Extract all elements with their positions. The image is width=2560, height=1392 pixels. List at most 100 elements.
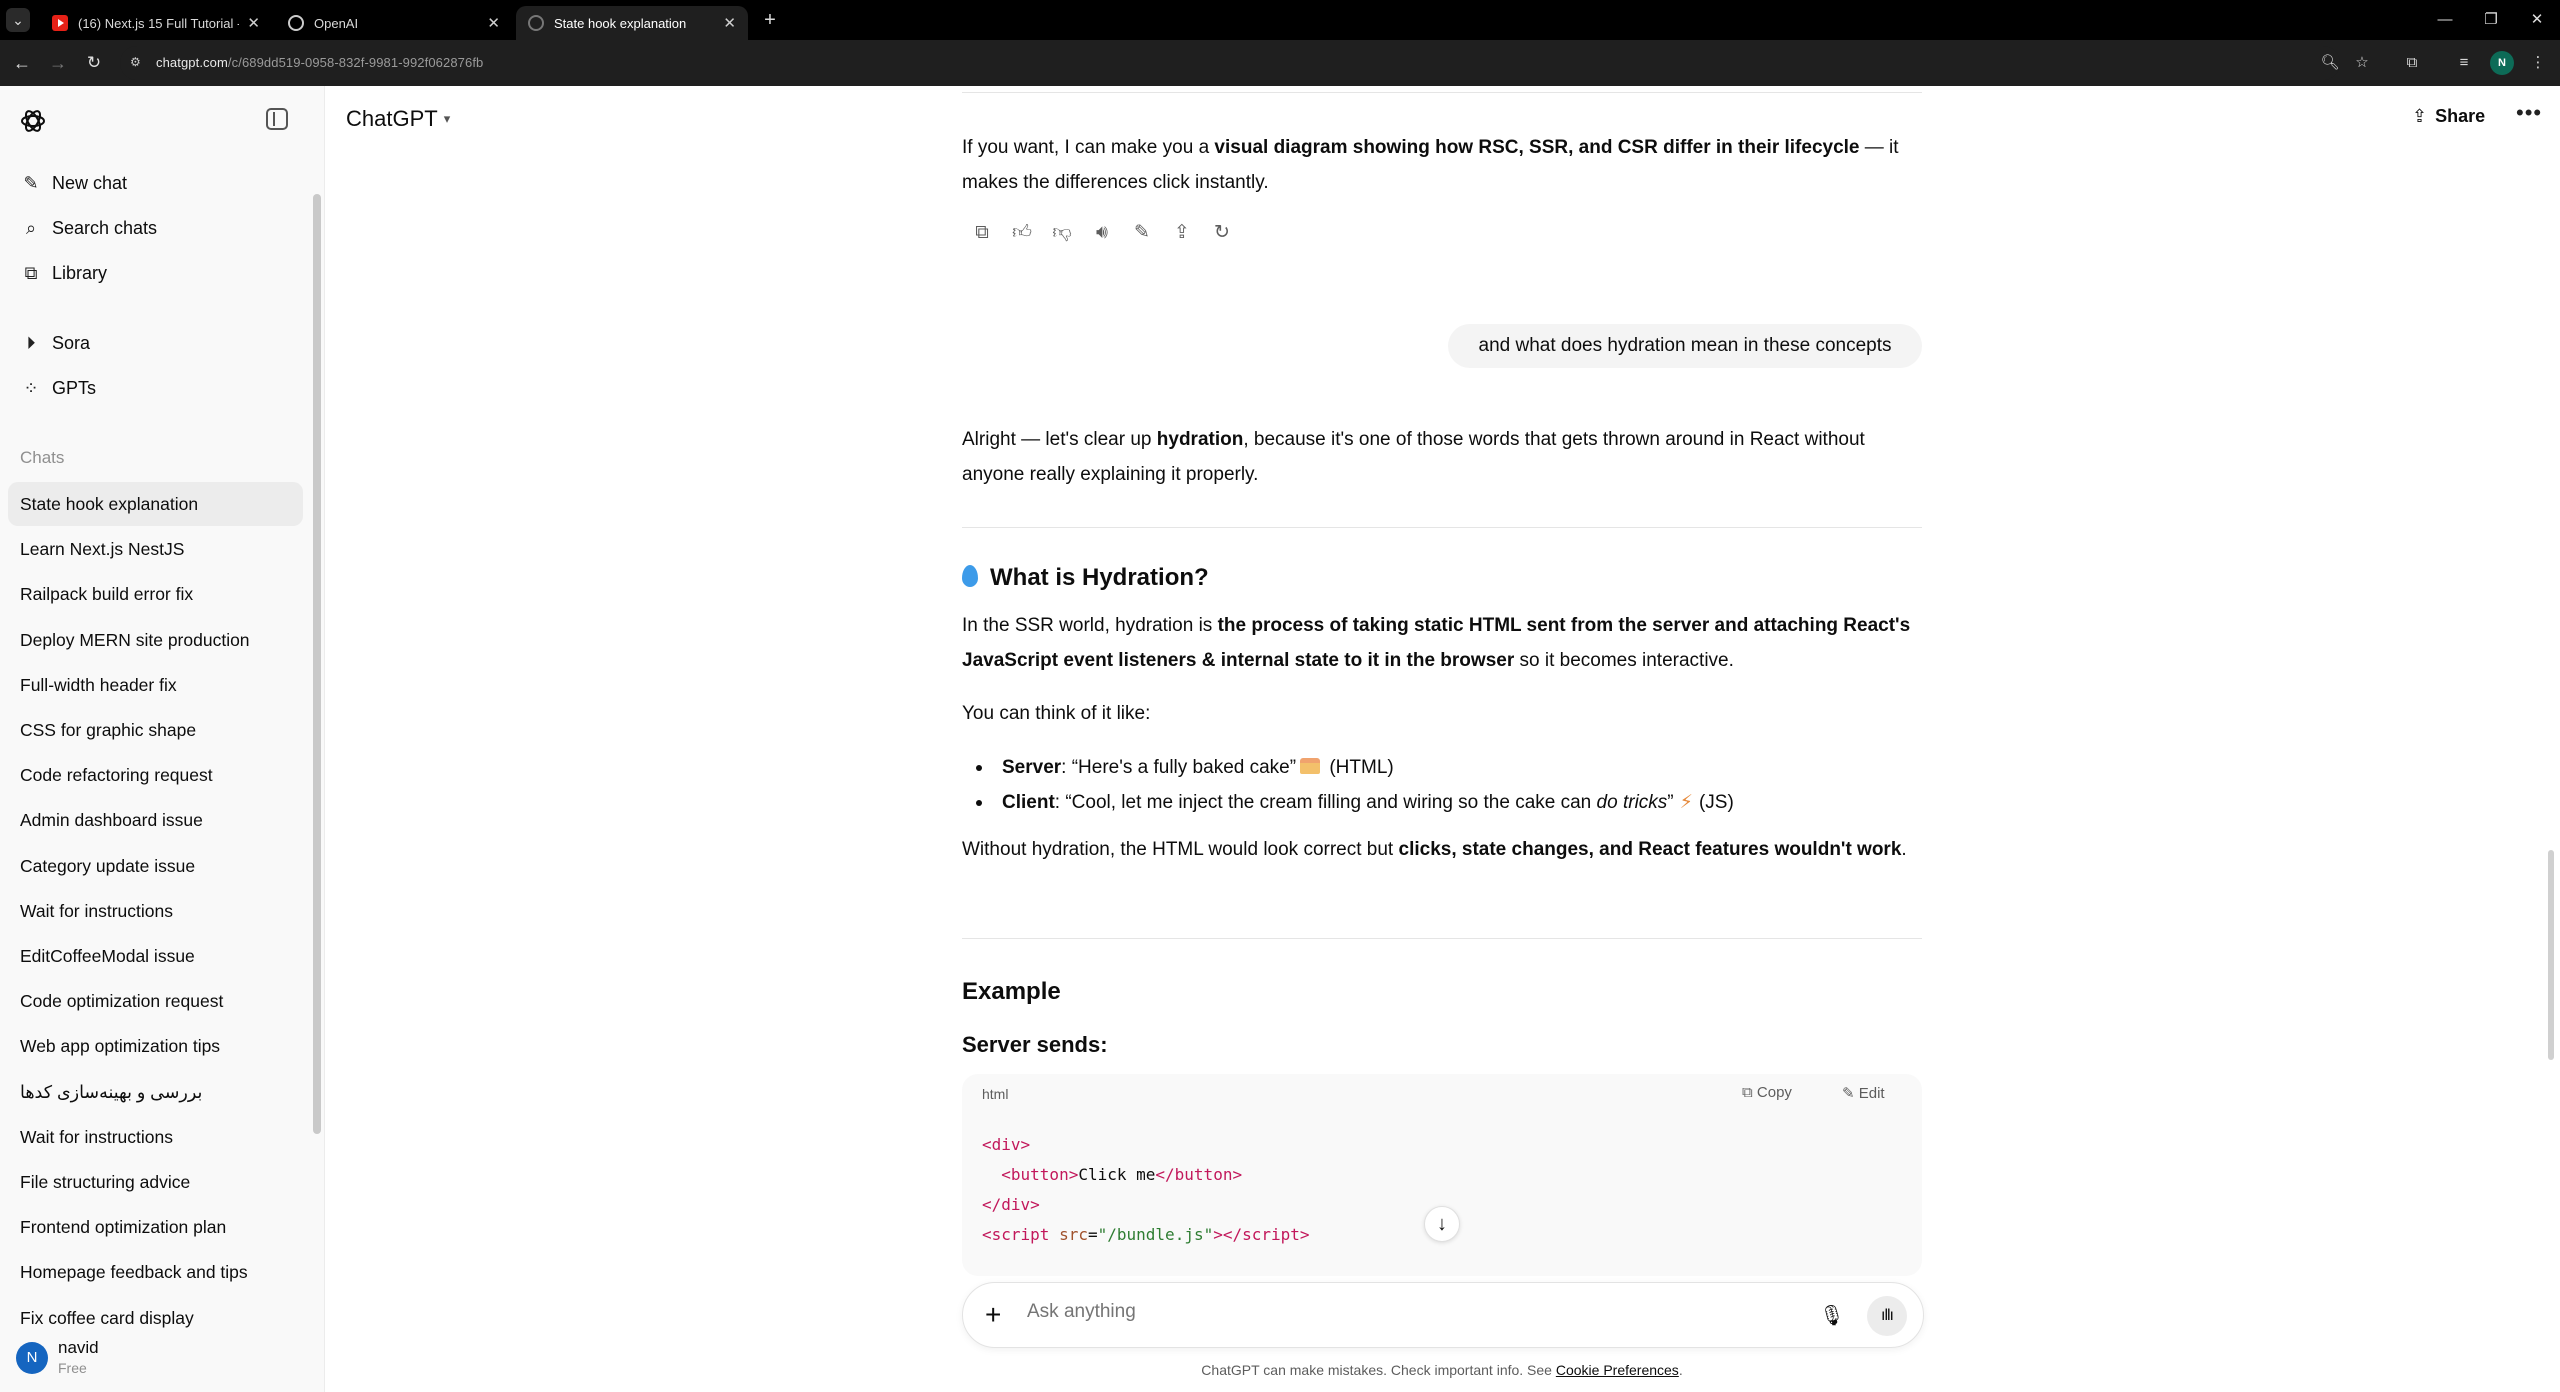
media-controls-icon[interactable]: ≡ <box>2452 51 2476 75</box>
more-options-icon[interactable]: ••• <box>2516 100 2542 126</box>
browser-tab-bar: ⌄ (16) Next.js 15 Full Tutorial - Be ✕ O… <box>0 0 2560 40</box>
chat-history-item[interactable]: Admin dashboard issue <box>8 798 303 842</box>
chat-history-item[interactable]: Code refactoring request <box>8 753 303 797</box>
new-chat-button[interactable]: ✎ New chat <box>8 164 304 202</box>
copy-icon[interactable]: ⧉ <box>962 218 1002 248</box>
chat-history-item[interactable]: Wait for instructions <box>8 1115 303 1159</box>
read-aloud-icon[interactable]: 🔊︎ <box>1082 218 1122 248</box>
forward-button[interactable]: → <box>46 51 70 75</box>
chat-history-item[interactable]: Homepage feedback and tips <box>8 1250 303 1294</box>
disclaimer-text: ChatGPT can make mistakes. Check importa… <box>1201 1362 1556 1378</box>
close-icon[interactable]: ✕ <box>247 14 260 32</box>
avatar: N <box>16 1342 48 1374</box>
browser-tab-active[interactable]: State hook explanation ✕ <box>516 6 748 40</box>
chat-history-item[interactable]: Learn Next.js NestJS <box>8 527 303 571</box>
sora-button[interactable]: ⏵ Sora <box>8 324 304 362</box>
copy-code-button[interactable]: ⧉ Copy <box>1742 1084 1792 1101</box>
chat-history-item[interactable]: Wait for instructions <box>8 889 303 933</box>
add-attachment-icon[interactable]: + <box>985 1297 1001 1333</box>
share-button[interactable]: ⇪ Share <box>2412 106 2485 127</box>
chat-history-item[interactable]: State hook explanation <box>8 482 303 526</box>
search-chats-button[interactable]: ⌕ Search chats <box>8 209 304 247</box>
disclaimer: ChatGPT can make mistakes. Check importa… <box>962 1362 1922 1378</box>
cake-icon <box>1300 758 1321 774</box>
zoom-icon[interactable]: 🔍︎ <box>2318 51 2342 75</box>
copy-label: Copy <box>1756 1084 1792 1101</box>
nav-label: GPTs <box>52 377 97 398</box>
sidebar-scrollbar[interactable] <box>313 194 321 1134</box>
main-panel: ChatGPT ▾ ⇪ Share ••• If you want, I can m… <box>326 86 2560 1392</box>
thumbs-up-icon[interactable]: 👍︎ <box>1002 218 1042 248</box>
site-info-icon[interactable]: ⚙ <box>130 55 146 71</box>
share-icon[interactable]: ⇪ <box>1162 218 1202 248</box>
close-icon[interactable]: ✕ <box>723 14 736 32</box>
chevron-down-icon: ▾ <box>443 111 451 126</box>
composer: + 🎙︎ ıllı <box>962 1282 1924 1348</box>
list-item: Client: “Cool, let me inject the cream f… <box>962 785 1922 820</box>
model-selector[interactable]: ChatGPT ▾ <box>346 106 450 132</box>
back-button[interactable]: ← <box>10 51 34 75</box>
text-run: (HTML) <box>1329 757 1394 778</box>
chat-history-item[interactable]: Code optimization request <box>8 979 303 1023</box>
minimize-button[interactable]: — <box>2422 0 2468 40</box>
text-run: In the SSR world, hydration is <box>962 615 1218 636</box>
address-bar[interactable]: ⚙ chatgpt.com/c/689dd519-0958-832f-9981-… <box>120 46 2340 80</box>
tab-search-button[interactable]: ⌄ <box>6 8 30 32</box>
copy-icon: ⧉ <box>1742 1084 1757 1101</box>
think-of-paragraph: You can think of it like: <box>962 703 1151 724</box>
chat-history-item[interactable]: EditCoffeeModal issue <box>8 934 303 978</box>
bookmark-star-icon[interactable]: ☆ <box>2350 51 2374 75</box>
close-icon[interactable]: ✕ <box>487 14 500 32</box>
reload-button[interactable]: ↻ <box>82 51 106 75</box>
chat-history-item[interactable]: Deploy MERN site production <box>8 618 303 662</box>
window-close-button[interactable]: ✕ <box>2514 0 2560 40</box>
voice-mode-button[interactable]: ıllı <box>1867 1296 1907 1336</box>
text-run: . <box>1901 839 1907 860</box>
edit-icon: ✎ <box>1842 1085 1859 1102</box>
model-name: ChatGPT <box>346 106 438 131</box>
message-actions: ⧉ 👍︎ 👎︎ 🔊︎ ✎ ⇪ ↻ <box>962 218 1242 248</box>
nav-label: New chat <box>52 172 128 193</box>
chat-history-item[interactable]: Category update issue <box>8 844 303 888</box>
gpts-button[interactable]: ⁘ GPTs <box>8 369 304 407</box>
browser-profile-avatar[interactable]: N <box>2490 51 2514 75</box>
restore-button[interactable]: ❐ <box>2468 0 2514 40</box>
nav-label: Library <box>52 262 108 283</box>
new-tab-button[interactable]: + <box>758 8 782 32</box>
edit-label: Edit <box>1858 1085 1885 1102</box>
regenerate-icon[interactable]: ↻ <box>1202 218 1242 248</box>
tab-title: OpenAI <box>314 15 359 31</box>
gpts-icon: ⁘ <box>23 378 39 398</box>
without-hydration-paragraph: Without hydration, the HTML would look c… <box>962 832 1922 867</box>
share-icon: ⇪ <box>2412 106 2428 126</box>
sidebar-toggle-icon[interactable] <box>266 108 288 130</box>
edit-code-button[interactable]: ✎ Edit <box>1842 1084 1885 1102</box>
italic-run: do tricks <box>1596 792 1668 813</box>
browser-tab-openai[interactable]: OpenAI ✕ <box>276 6 512 40</box>
heading-text: What is Hydration? <box>990 564 1209 591</box>
library-button[interactable]: ⧉ Library <box>8 254 304 292</box>
chat-history-item[interactable]: Web app optimization tips <box>8 1024 303 1068</box>
chat-history-item[interactable]: Railpack build error fix <box>8 572 303 616</box>
main-scrollbar[interactable] <box>2548 850 2554 1060</box>
chat-history-item[interactable]: Frontend optimization plan <box>8 1205 303 1249</box>
user-account-button[interactable]: N navid Free <box>0 1328 324 1392</box>
cookie-preferences-link[interactable]: Cookie Preferences <box>1556 1362 1679 1378</box>
chat-history-item[interactable]: Full-width header fix <box>8 663 303 707</box>
thumbs-down-icon[interactable]: 👎︎ <box>1042 218 1082 248</box>
example-heading: Example <box>962 978 1061 1005</box>
youtube-icon <box>52 15 68 31</box>
share-label: Share <box>2435 106 2486 126</box>
edit-in-canvas-icon[interactable]: ✎ <box>1122 218 1162 248</box>
chat-history-item[interactable]: بررسی و بهینه‌سازی کدها <box>8 1070 303 1114</box>
scroll-to-bottom-button[interactable]: ↓ <box>1424 1206 1460 1242</box>
extensions-icon[interactable]: ⧉ <box>2400 51 2424 75</box>
bold-run: Server <box>1002 757 1062 778</box>
browser-tab-youtube[interactable]: (16) Next.js 15 Full Tutorial - Be ✕ <box>40 6 272 40</box>
chat-history-item[interactable]: File structuring advice <box>8 1160 303 1204</box>
chat-history-item[interactable]: CSS for graphic shape <box>8 708 303 752</box>
microphone-icon[interactable]: 🎙︎ <box>1815 1299 1849 1333</box>
chatgpt-logo-icon[interactable] <box>18 106 48 136</box>
browser-menu-icon[interactable]: ⋮ <box>2526 51 2550 75</box>
chat-input[interactable] <box>1027 1301 1727 1323</box>
